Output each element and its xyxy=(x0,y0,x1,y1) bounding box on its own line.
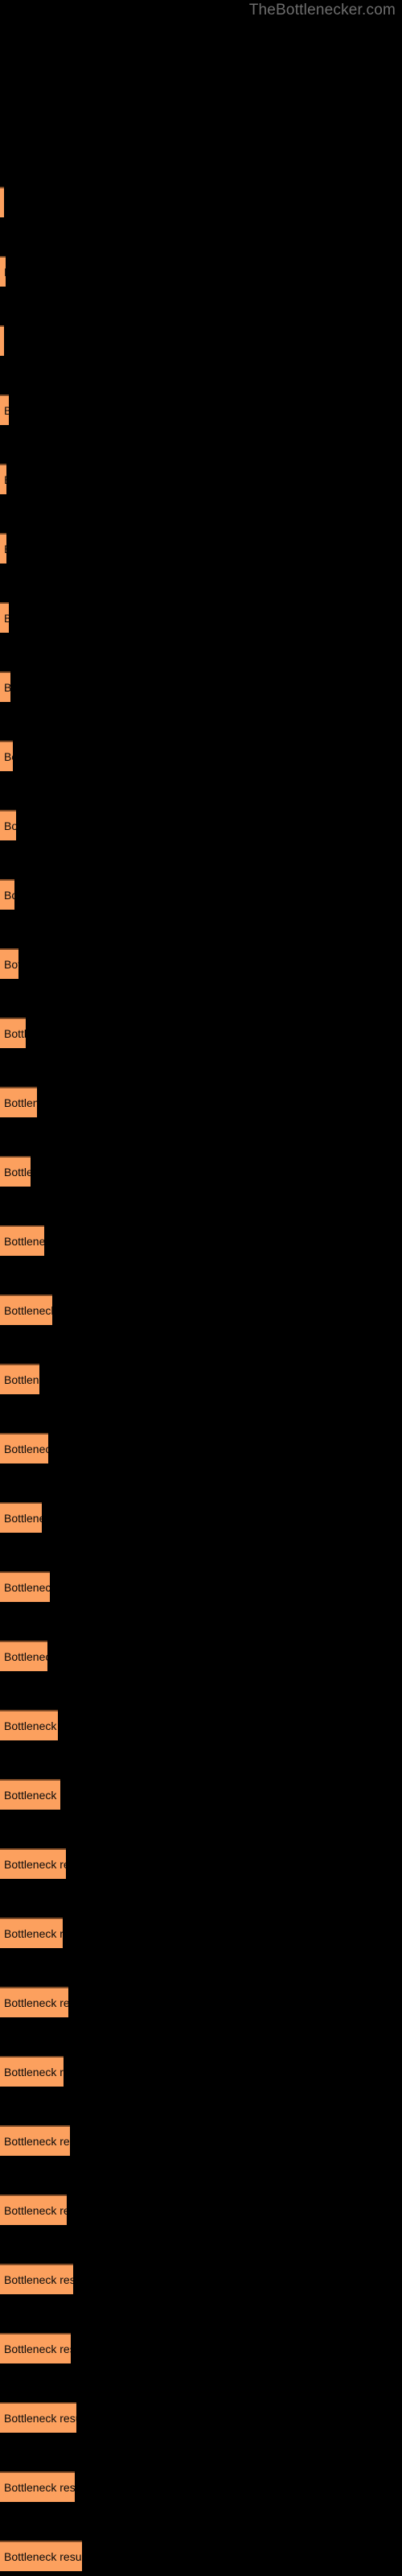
bar-label-2: Bottleneck result xyxy=(4,266,6,279)
bar-label-6: Bottleneck result xyxy=(4,543,6,555)
bar-label-15: Bottleneck result xyxy=(4,1166,31,1179)
bar-label-24: Bottleneck result xyxy=(4,1789,60,1802)
bar-1: Bottleneck result xyxy=(0,187,4,217)
bar-label-14: Bottleneck result xyxy=(4,1096,37,1109)
bar-label-8: Bottleneck result xyxy=(4,681,10,694)
bar-label-20: Bottleneck result xyxy=(4,1512,42,1525)
bar-21: Bottleneck result xyxy=(0,1571,50,1602)
bar-label-35: Bottleneck result xyxy=(4,2550,82,2563)
bar-label-13: Bottleneck result xyxy=(4,1027,26,1040)
bar-25: Bottleneck result xyxy=(0,1848,66,1879)
bar-label-26: Bottleneck result xyxy=(4,1927,63,1940)
bar-5: Bottleneck result xyxy=(0,464,6,494)
bar-19: Bottleneck result xyxy=(0,1433,48,1463)
bar-label-7: Bottleneck result xyxy=(4,612,9,625)
bar-34: Bottleneck result xyxy=(0,2471,75,2502)
bar-15: Bottleneck result xyxy=(0,1156,31,1187)
bar-12: Bottleneck result xyxy=(0,948,18,979)
bar-3: Bottleneck result xyxy=(0,325,4,356)
bar-24: Bottleneck result xyxy=(0,1779,60,1810)
bar-label-33: Bottleneck result xyxy=(4,2412,76,2425)
bar-label-25: Bottleneck result xyxy=(4,1858,66,1871)
bar-label-28: Bottleneck result xyxy=(4,2066,64,2079)
bar-label-19: Bottleneck result xyxy=(4,1443,48,1455)
bar-label-22: Bottleneck result xyxy=(4,1650,47,1663)
bar-label-27: Bottleneck result xyxy=(4,1996,68,2009)
bar-27: Bottleneck result xyxy=(0,1987,68,2017)
bar-20: Bottleneck result xyxy=(0,1502,42,1533)
bar-label-16: Bottleneck result xyxy=(4,1235,44,1248)
bar-33: Bottleneck result xyxy=(0,2402,76,2433)
bar-9: Bottleneck result xyxy=(0,741,13,771)
bar-label-12: Bottleneck result xyxy=(4,958,18,971)
bar-14: Bottleneck result xyxy=(0,1087,37,1117)
bar-label-4: Bottleneck result xyxy=(4,404,9,417)
bar-label-23: Bottleneck result xyxy=(4,1719,58,1732)
bar-label-29: Bottleneck result xyxy=(4,2135,70,2148)
bar-7: Bottleneck result xyxy=(0,602,9,633)
bar-11: Bottleneck result xyxy=(0,879,14,910)
bar-6: Bottleneck result xyxy=(0,533,6,564)
bar-17: Bottleneck result xyxy=(0,1294,52,1325)
bottleneck-bar-chart: TheBottlenecker.com Bottleneck resultBot… xyxy=(0,0,402,2576)
bar-31: Bottleneck result xyxy=(0,2264,73,2294)
bar-28: Bottleneck result xyxy=(0,2056,64,2087)
bar-4: Bottleneck result xyxy=(0,394,9,425)
bar-22: Bottleneck result xyxy=(0,1641,47,1671)
bar-label-11: Bottleneck result xyxy=(4,889,14,902)
bar-label-10: Bottleneck result xyxy=(4,819,16,832)
bar-8: Bottleneck result xyxy=(0,671,10,702)
bar-label-9: Bottleneck result xyxy=(4,750,13,763)
bar-label-34: Bottleneck result xyxy=(4,2481,75,2494)
bar-2: Bottleneck result xyxy=(0,256,6,287)
bar-32: Bottleneck result xyxy=(0,2333,71,2363)
bar-label-31: Bottleneck result xyxy=(4,2273,73,2286)
bar-label-30: Bottleneck result xyxy=(4,2204,67,2217)
bar-label-5: Bottleneck result xyxy=(4,473,6,486)
bar-30: Bottleneck result xyxy=(0,2194,67,2225)
bar-35: Bottleneck result xyxy=(0,2541,82,2571)
bar-23: Bottleneck result xyxy=(0,1710,58,1740)
bar-label-21: Bottleneck result xyxy=(4,1581,50,1594)
bar-label-18: Bottleneck result xyxy=(4,1373,39,1386)
bar-label-32: Bottleneck result xyxy=(4,2343,71,2355)
bar-10: Bottleneck result xyxy=(0,810,16,840)
bar-13: Bottleneck result xyxy=(0,1018,26,1048)
bar-26: Bottleneck result xyxy=(0,1918,63,1948)
bars-layer: Bottleneck result Bottleneck result Bottle… xyxy=(0,0,402,2576)
bar-18: Bottleneck result xyxy=(0,1364,39,1394)
bar-16: Bottleneck result xyxy=(0,1225,44,1256)
bar-label-17: Bottleneck result xyxy=(4,1304,52,1317)
bar-29: Bottleneck result xyxy=(0,2125,70,2156)
